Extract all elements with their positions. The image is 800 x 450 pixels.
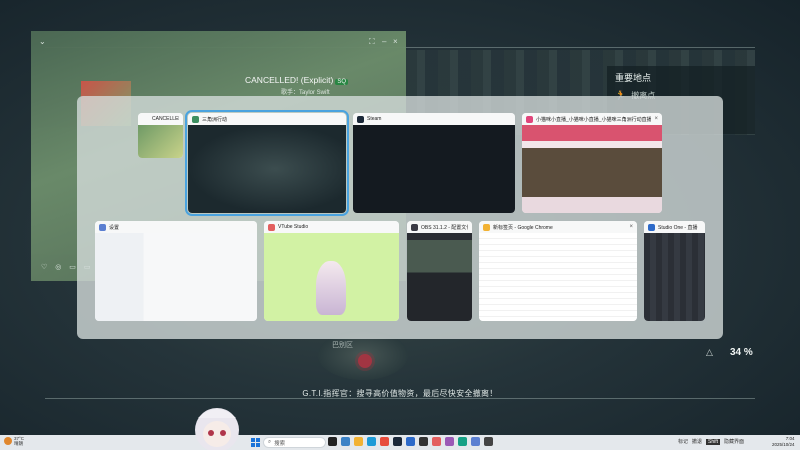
mascot-avatar (195, 408, 239, 450)
song-title: CANCELLED! (Explicit) SQ (245, 75, 348, 85)
close-icon[interactable]: × (629, 224, 633, 230)
game-app-icon (192, 115, 199, 123)
obs-taskbar-icon[interactable] (419, 437, 428, 446)
window-thumb-obs[interactable]: OBS 31.1.2 - 配置文件: 未命... (407, 221, 472, 321)
window-thumb-stream-page[interactable]: 小猫咪小直播_小猫咪小直播_小猫咪三角洲行动直播_小猫咪× (522, 113, 662, 213)
clock-date: 2025/10/24 (772, 442, 795, 447)
weather-desc: 晴朗 (14, 441, 23, 446)
window-title: OBS 31.1.2 - 配置文件: 未命... (421, 224, 468, 231)
artist-name: 歌手：Taylor Swift (281, 90, 330, 96)
window-title: Studio One - 直播 (658, 224, 698, 231)
pinned-apps (328, 437, 493, 446)
taskbar-search[interactable]: ⌕ 搜索 (263, 437, 326, 448)
window-thumb-delta-force[interactable]: 三角洲行动 (185, 110, 349, 216)
sun-icon (4, 437, 12, 445)
window-title: 小猫咪小直播_小猫咪小直播_小猫咪三角洲行动直播_小猫咪 (536, 116, 652, 123)
edge-icon[interactable] (367, 437, 376, 446)
window-thumb-settings[interactable]: 设置 (95, 221, 257, 321)
window-title: CANCELLED! (... (152, 116, 179, 122)
collapse-icon[interactable]: ⌄ (39, 37, 46, 46)
warning-icon: △ (706, 347, 713, 357)
weather-widget[interactable]: 37°C 晴朗 (4, 436, 24, 446)
window-thumb-studio-one[interactable]: Studio One - 直播 (644, 221, 705, 321)
chrome-icon (483, 223, 490, 231)
tray-item[interactable]: Shift (706, 438, 721, 445)
browser-icon (526, 115, 533, 123)
window-title: 设置 (109, 224, 120, 231)
studio-one-taskbar-icon[interactable] (406, 437, 415, 446)
avatar-model (316, 261, 346, 315)
minimize-icon[interactable]: – (382, 37, 386, 46)
task-switcher: CANCELLED! (... 三角洲行动 Steam 小猫咪小直播_小猫咪小直… (77, 96, 723, 339)
settings-icon (99, 223, 106, 231)
obs-icon (411, 223, 418, 231)
quality-badge: SQ (335, 79, 348, 85)
settings-taskbar-icon[interactable] (471, 437, 480, 446)
studio-one-icon (648, 223, 655, 231)
scene-label: 巴别区 (332, 342, 353, 349)
share-icon[interactable]: ⛶ (369, 37, 375, 47)
tray-item[interactable]: 隐藏界面 (724, 438, 744, 445)
app-taskbar-icon[interactable] (484, 437, 493, 446)
objective-title: 重要地点 (615, 73, 652, 83)
close-icon[interactable]: × (654, 116, 658, 122)
game-taskbar-icon[interactable] (328, 437, 337, 446)
window-thumb-steam[interactable]: Steam (353, 113, 515, 213)
chrome-taskbar-icon[interactable] (380, 437, 389, 446)
steam-taskbar-icon[interactable] (393, 437, 402, 446)
vtube-taskbar-icon[interactable] (432, 437, 441, 446)
steam-icon (357, 115, 364, 123)
start-button[interactable] (251, 438, 260, 447)
vtube-studio-icon (268, 223, 275, 231)
taskbar: 37°C 晴朗 ⌕ 搜索 标记 撤退 Shift 隐藏界面 7:04 2025/1… (0, 435, 800, 450)
tray-item[interactable]: 撤退 (692, 438, 702, 445)
file-explorer-icon[interactable] (341, 437, 350, 446)
window-title: VTube Studio (278, 224, 309, 230)
app-taskbar-icon[interactable] (458, 437, 467, 446)
window-thumb-vtube-studio[interactable]: VTube Studio (264, 221, 399, 321)
window-title: 新标签页 - Google Chrome (493, 224, 553, 231)
window-thumb-chrome[interactable]: 新标签页 - Google Chrome × (479, 221, 637, 321)
search-icon: ⌕ (268, 439, 272, 445)
commander-hint: G.T.I.指挥官：搜寻高价值物资，最后尽快安全撤离！ (302, 389, 498, 398)
song-title-text: CANCELLED! (Explicit) (245, 75, 334, 85)
location-marker (358, 354, 372, 368)
app-taskbar-icon[interactable] (445, 437, 454, 446)
window-title: Steam (367, 116, 382, 122)
progress-percent: 34 % (730, 347, 753, 358)
clock[interactable]: 7:04 2025/10/24 (772, 436, 795, 448)
music-app-icon (142, 116, 149, 123)
system-tray: 标记 撤退 Shift 隐藏界面 (678, 438, 744, 445)
window-title: 三角洲行动 (202, 116, 228, 123)
close-icon[interactable]: × (393, 37, 398, 46)
window-thumb-music[interactable]: CANCELLED! (... (138, 113, 183, 158)
tray-item[interactable]: 标记 (678, 438, 688, 445)
folder-icon[interactable] (354, 437, 363, 446)
search-placeholder: 搜索 (274, 440, 286, 447)
